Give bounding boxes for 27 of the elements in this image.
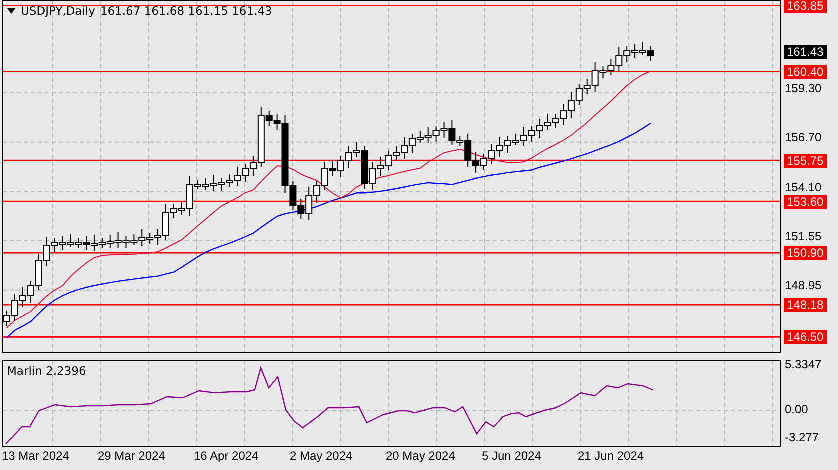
ohlc-values: 161.67 161.68 161.15 161.43: [100, 4, 272, 18]
dropdown-triangle-icon[interactable]: [7, 8, 16, 14]
level-price-label: 150.90: [784, 246, 827, 260]
date-label: 21 Jun 2024: [578, 449, 646, 463]
price-tick-label: 151.55: [785, 229, 822, 244]
oscillator-tick-label: 0.00: [785, 402, 808, 417]
level-price-label: 146.50: [784, 330, 827, 344]
indicator-title: Marlin 2.2396: [7, 364, 86, 378]
level-price-label: 153.60: [784, 194, 827, 209]
level-price-label: 163.85: [784, 0, 827, 13]
level-price-label: 148.18: [784, 298, 827, 312]
date-label: 16 Apr 2024: [194, 449, 260, 463]
price-tick-label: 154.10: [785, 180, 822, 195]
date-label: 2 May 2024: [290, 449, 354, 463]
oscillator-tick-label: -3.277: [785, 430, 820, 444]
date-label: 5 Jun 2024: [482, 449, 542, 463]
oscillator-tick-label: 5.3347: [785, 358, 822, 372]
level-price-label: 155.75: [784, 154, 827, 168]
chart-title: USDJPY,Daily: [21, 4, 96, 18]
price-tick-label: 156.70: [785, 130, 822, 145]
date-label: 20 May 2024: [386, 449, 456, 463]
price-tick-label: 148.95: [785, 278, 822, 293]
date-label: 13 Mar 2024: [2, 449, 70, 463]
level-price-label: 160.40: [784, 64, 827, 79]
current-price-label: 161.43: [784, 45, 827, 60]
date-label: 29 Mar 2024: [98, 449, 166, 463]
price-tick-label: 159.30: [785, 81, 822, 96]
